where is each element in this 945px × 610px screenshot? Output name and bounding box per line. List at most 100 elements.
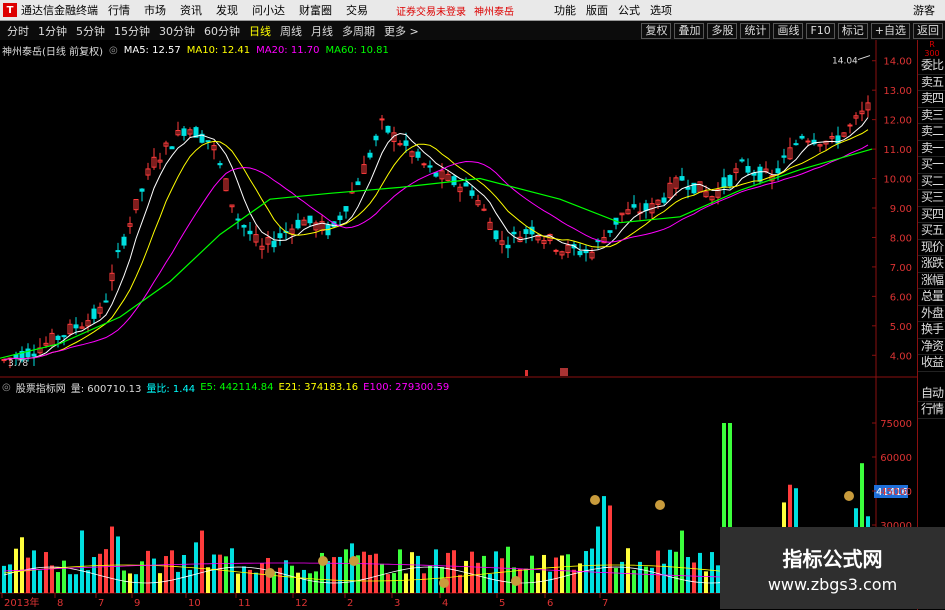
right-panel-item[interactable]: 委比 bbox=[918, 58, 945, 75]
right-panel-item[interactable]: 买一 bbox=[918, 157, 945, 174]
login-warning[interactable]: 证券交易未登录 bbox=[396, 3, 466, 18]
volume-bar bbox=[608, 505, 612, 593]
menu-gongneng[interactable]: 功能 bbox=[554, 2, 576, 18]
menu-gongshi[interactable]: 公式 bbox=[618, 2, 640, 18]
menu-wenxiaoda[interactable]: 问小达 bbox=[252, 2, 285, 18]
candle-body bbox=[61, 335, 67, 338]
tab-fenshi[interactable]: 分时 bbox=[5, 23, 31, 39]
right-panel-item[interactable]: 卖四 bbox=[918, 91, 945, 108]
mark-button[interactable]: 标记 bbox=[837, 22, 868, 39]
volume-bar bbox=[296, 572, 300, 593]
right-panel-item[interactable]: 买三 bbox=[918, 190, 945, 207]
candle-body bbox=[781, 155, 787, 158]
menu-banmian[interactable]: 版面 bbox=[586, 2, 608, 18]
volume-bar bbox=[416, 555, 420, 593]
menu-jiaoyi[interactable]: 交易 bbox=[346, 2, 368, 18]
tab-monthly[interactable]: 月线 bbox=[309, 23, 335, 39]
right-panel-item[interactable]: 行情 bbox=[918, 402, 945, 419]
tab-1min[interactable]: 1分钟 bbox=[36, 23, 69, 39]
candle-body bbox=[421, 163, 427, 166]
menu-hangqing[interactable]: 行情 bbox=[108, 2, 130, 18]
tab-30min[interactable]: 30分钟 bbox=[157, 23, 197, 39]
volume-bar bbox=[332, 557, 336, 593]
date-axis-label: 5 bbox=[499, 598, 505, 609]
legend-settings-icon[interactable]: ◎ bbox=[109, 45, 118, 56]
tab-daily[interactable]: 日线 bbox=[247, 23, 273, 39]
money-bag-icon bbox=[318, 556, 328, 566]
volume-bar bbox=[368, 554, 372, 593]
menu-faxian[interactable]: 发现 bbox=[216, 2, 238, 18]
volume-bar bbox=[578, 563, 582, 593]
candle-body bbox=[241, 224, 247, 228]
money-bag-icon bbox=[590, 495, 600, 505]
tab-more[interactable]: 更多 > bbox=[382, 23, 421, 39]
right-panel-item[interactable]: 买四 bbox=[918, 207, 945, 223]
user-guest[interactable]: 游客 bbox=[913, 2, 935, 18]
volume-bar bbox=[386, 574, 390, 593]
volume-bar bbox=[662, 563, 666, 593]
overlay-button[interactable]: 叠加 bbox=[674, 22, 705, 39]
menu-caifuquan[interactable]: 财富圈 bbox=[299, 2, 332, 18]
candle-body bbox=[757, 166, 763, 182]
candle-body bbox=[727, 175, 733, 187]
draw-line-button[interactable]: 画线 bbox=[773, 22, 804, 39]
price-axis-label: 12.00 bbox=[883, 116, 912, 127]
multi-stock-button[interactable]: 多股 bbox=[707, 22, 738, 39]
tab-5min[interactable]: 5分钟 bbox=[74, 23, 107, 39]
tab-multi-period[interactable]: 多周期 bbox=[340, 23, 377, 39]
f10-button[interactable]: F10 bbox=[806, 22, 835, 39]
volume-bar bbox=[470, 551, 474, 593]
volume-bar bbox=[668, 549, 672, 593]
tab-weekly[interactable]: 周线 bbox=[278, 23, 304, 39]
right-panel-item[interactable]: 买五 bbox=[918, 223, 945, 240]
candle-body bbox=[415, 151, 421, 158]
menu-shichang[interactable]: 市场 bbox=[144, 2, 166, 18]
right-panel-item[interactable]: 卖二 bbox=[918, 124, 945, 141]
volume-bar bbox=[200, 530, 204, 593]
volume-bar bbox=[2, 565, 6, 593]
kline-chart[interactable]: 14.043.78 41416 14.0013.0012.0011.0010.0… bbox=[0, 40, 917, 609]
date-axis-label: 2 bbox=[347, 598, 353, 609]
right-panel-item[interactable]: 买二 bbox=[918, 174, 945, 190]
tab-15min[interactable]: 15分钟 bbox=[112, 23, 152, 39]
right-panel-item[interactable]: 涨跌 bbox=[918, 256, 945, 273]
candle-body bbox=[523, 229, 529, 234]
app-title: 通达信金融终端 bbox=[21, 4, 98, 17]
menu-zixun[interactable]: 资讯 bbox=[180, 2, 202, 18]
right-panel-item[interactable]: 自动 bbox=[918, 386, 945, 402]
back-button[interactable]: 返回 bbox=[913, 22, 943, 39]
volume-bar bbox=[8, 564, 12, 593]
right-panel-item[interactable]: 卖五 bbox=[918, 75, 945, 91]
right-panel-item[interactable]: 外盘 bbox=[918, 306, 945, 322]
volume-bar bbox=[290, 565, 294, 593]
menu-xuanxiang[interactable]: 选项 bbox=[650, 2, 672, 18]
vol-settings-icon[interactable]: ◎ bbox=[2, 382, 11, 393]
tab-60min[interactable]: 60分钟 bbox=[202, 23, 242, 39]
volume-bar bbox=[308, 573, 312, 593]
statistics-button[interactable]: 统计 bbox=[740, 22, 771, 39]
right-panel-item[interactable]: 卖三 bbox=[918, 108, 945, 124]
right-panel-item[interactable]: 净资 bbox=[918, 339, 945, 355]
stock-title: 神州泰岳(日线 前复权) bbox=[2, 46, 103, 58]
date-axis-label: 9 bbox=[134, 598, 140, 609]
right-panel-item[interactable]: 总量 bbox=[918, 289, 945, 306]
candle-body bbox=[847, 124, 853, 127]
add-watchlist-button[interactable]: +自选 bbox=[870, 22, 910, 39]
right-panel-item[interactable]: 收益 bbox=[918, 355, 945, 372]
right-panel-item[interactable]: 换手 bbox=[918, 322, 945, 339]
volume-bar bbox=[128, 573, 132, 593]
price-axis-label: 5.00 bbox=[890, 322, 912, 333]
volume-bar bbox=[158, 573, 162, 593]
right-panel-item[interactable]: 现价 bbox=[918, 240, 945, 256]
volume-bar bbox=[134, 574, 138, 593]
candle-body bbox=[403, 140, 409, 146]
price-axis-label: 4.00 bbox=[890, 351, 912, 362]
candle-body bbox=[91, 308, 97, 319]
right-panel-item[interactable]: 涨幅 bbox=[918, 273, 945, 289]
volume-bar bbox=[170, 550, 174, 593]
fuquan-button[interactable]: 复权 bbox=[641, 22, 672, 39]
right-panel-item[interactable]: 卖一 bbox=[918, 141, 945, 157]
volume-bar bbox=[80, 530, 84, 593]
volume-bar bbox=[362, 551, 366, 593]
volume-bar bbox=[242, 566, 246, 593]
